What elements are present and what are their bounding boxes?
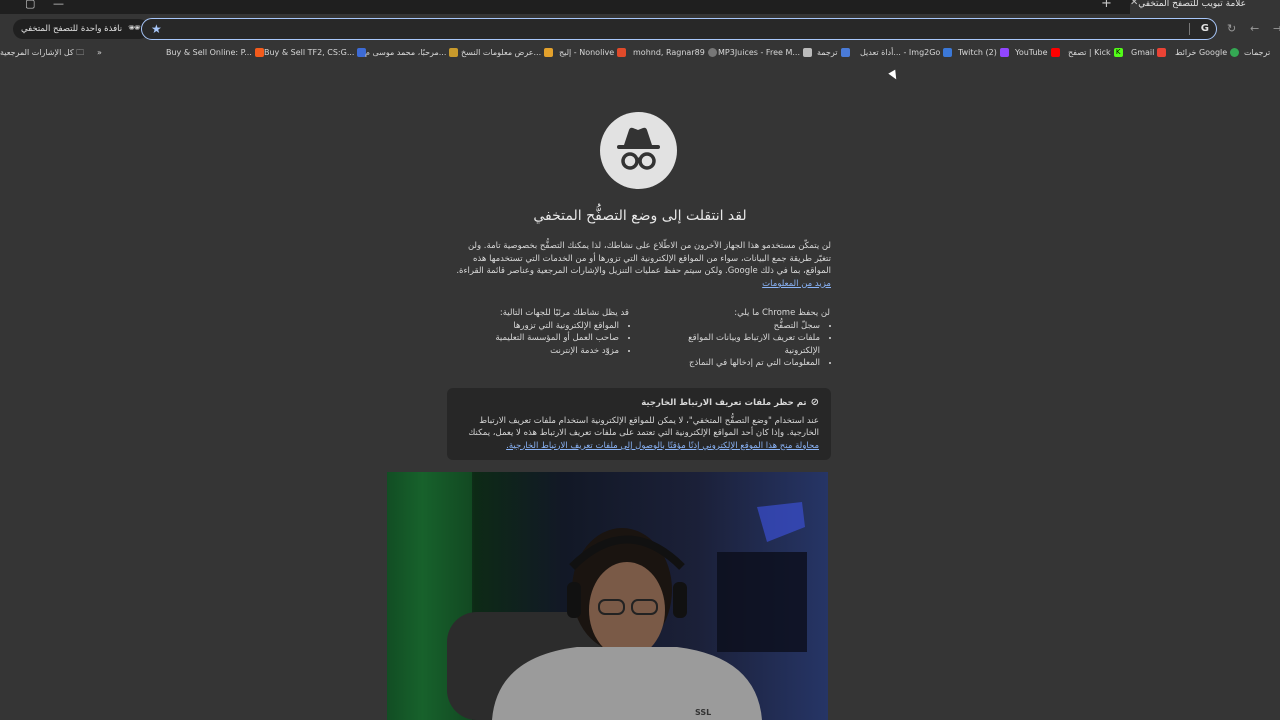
bookmark-item[interactable]: Buy & Sell Online: P... xyxy=(166,48,264,58)
shirt-text: SSL xyxy=(695,708,712,717)
bookmark-item[interactable]: أداة تعديل... - Img2Go xyxy=(860,48,953,58)
cookies-text: عند استخدام "وضع التصفُّح المتخفي"، لا ي… xyxy=(468,415,819,451)
title-bar: ▢ — + ✕ علامة تبويب للتصفح المتخفي xyxy=(0,0,1280,14)
all-bookmarks[interactable]: كل الإشارات المرجعية 🗀 xyxy=(0,48,84,58)
reload-icon[interactable]: ↻ xyxy=(1227,21,1236,37)
bookmark-favicon: K xyxy=(1113,48,1123,57)
new-tab-button[interactable]: + xyxy=(1101,0,1112,11)
incognito-page: لقد انتقلت إلى وضع التصفُّح المتخفي لن ي… xyxy=(0,62,1280,720)
restore-icon[interactable]: ▢ xyxy=(25,0,35,11)
bookmark-item[interactable]: عرض معلومات النسخ... xyxy=(461,48,554,58)
bookmark-favicon xyxy=(544,48,554,57)
incognito-label: نافذة واحدة للتصفح المتخفي xyxy=(21,24,123,34)
bookmark-item[interactable]: مرحبًا، محمد موسى م... xyxy=(365,48,459,58)
omnibox-divider xyxy=(1189,23,1190,35)
bookmark-favicon xyxy=(707,48,717,57)
not-saved-title: لن يحفظ Chrome ما يلي: xyxy=(734,308,830,318)
bookmark-favicon xyxy=(802,48,812,57)
bookmark-favicon xyxy=(449,48,459,57)
bookmark-star-icon[interactable]: ★ xyxy=(151,21,162,37)
bookmark-favicon xyxy=(840,48,850,57)
bookmark-favicon xyxy=(617,48,627,57)
incognito-icon: 🕶 xyxy=(128,23,141,34)
cookies-prefix: يمكنك xyxy=(468,428,491,438)
bookmarks-overflow-icon[interactable]: » xyxy=(97,48,102,58)
google-icon[interactable]: G xyxy=(1201,22,1209,36)
address-bar[interactable]: ★ G xyxy=(141,18,1217,40)
tab-incognito[interactable]: ✕ علامة تبويب للتصفح المتخفي xyxy=(1130,0,1280,14)
bookmarks-bar: كل الإشارات المرجعية 🗀 » Buy & Sell Onli… xyxy=(0,44,1280,62)
list-item: صاحب العمل أو المؤسسة التعليمية xyxy=(479,332,619,345)
list-item: سجلّ التصفُّح xyxy=(680,320,820,333)
bookmark-favicon xyxy=(1157,48,1167,57)
page-title: لقد انتقلت إلى وضع التصفُّح المتخفي xyxy=(533,208,747,224)
visible-to-title: قد يظل نشاطك مرئيًا للجهات التالية: xyxy=(499,308,629,318)
back-icon[interactable]: ← xyxy=(1250,21,1259,37)
folder-icon: 🗀 xyxy=(76,48,85,57)
tab-close-icon[interactable]: ✕ xyxy=(1130,0,1138,8)
visible-to-list: قد يظل نشاطك مرئيًا للجهات التالية: المو… xyxy=(479,307,629,357)
third-party-cookies-card: ⊘تم حظر ملفات تعريف الارتباط الخارجية عن… xyxy=(447,388,831,460)
intro-paragraph: لن يتمكّن مستخدمو هذا الجهاز الآخرون من … xyxy=(452,240,831,290)
bookmark-item[interactable]: MP3Juices - Free M... xyxy=(718,48,812,58)
bookmark-favicon xyxy=(943,48,953,57)
minimize-icon[interactable]: — xyxy=(53,0,64,11)
list-item: مزوّد خدمة الإنترنت xyxy=(479,345,619,358)
bookmark-item[interactable]: Buy & Sell TF2, CS:G... xyxy=(264,48,367,58)
bookmark-item[interactable]: خرائط Google xyxy=(1175,48,1240,58)
list-item: المعلومات التي تم إدخالها في النماذج xyxy=(680,357,820,370)
forward-icon[interactable]: → xyxy=(1273,21,1280,37)
bookmark-item[interactable]: YouTube xyxy=(1015,48,1060,58)
incognito-badge[interactable]: 🕶 نافذة واحدة للتصفح المتخفي xyxy=(13,19,149,39)
bookmark-item[interactable]: Gmail xyxy=(1131,48,1167,58)
intro-text: لن يتمكّن مستخدمو هذا الجهاز الآخرون من … xyxy=(456,241,831,276)
not-saved-list: لن يحفظ Chrome ما يلي: سجلّ التصفُّح ملف… xyxy=(680,307,830,370)
tab-title: علامة تبويب للتصفح المتخفي xyxy=(1138,0,1246,9)
incognito-spy-icon xyxy=(600,112,677,189)
list-item: المواقع الإلكترونية التي تزورها xyxy=(479,320,619,333)
bookmark-favicon xyxy=(254,48,264,57)
bookmark-item[interactable]: ترجمات xyxy=(1244,48,1270,58)
bookmark-favicon xyxy=(1050,48,1060,57)
learn-more-link[interactable]: مزيد من المعلومات xyxy=(762,279,831,289)
bookmark-item[interactable]: إليج - Nonolive xyxy=(559,48,627,58)
bookmark-item[interactable]: Twitch (2) xyxy=(958,48,1009,58)
bookmark-favicon xyxy=(999,48,1009,57)
list-item: ملفات تعريف الارتباط وبيانات المواقع الإ… xyxy=(680,332,820,357)
cookies-title: ⊘تم حظر ملفات تعريف الارتباط الخارجية xyxy=(641,397,819,408)
webcam-overlay: SSL xyxy=(387,472,828,720)
eye-off-icon: ⊘ xyxy=(810,397,819,408)
bookmark-favicon xyxy=(1230,48,1240,57)
bookmark-item[interactable]: تصفح | Kick K xyxy=(1068,48,1123,58)
bookmark-item[interactable]: mohnd, Ragnar89 xyxy=(633,48,717,58)
bookmark-item[interactable]: ترجمة xyxy=(817,48,850,58)
allow-cookies-link[interactable]: محاولة منح هذا الموقع الإلكتروني إذنًا م… xyxy=(506,441,819,451)
